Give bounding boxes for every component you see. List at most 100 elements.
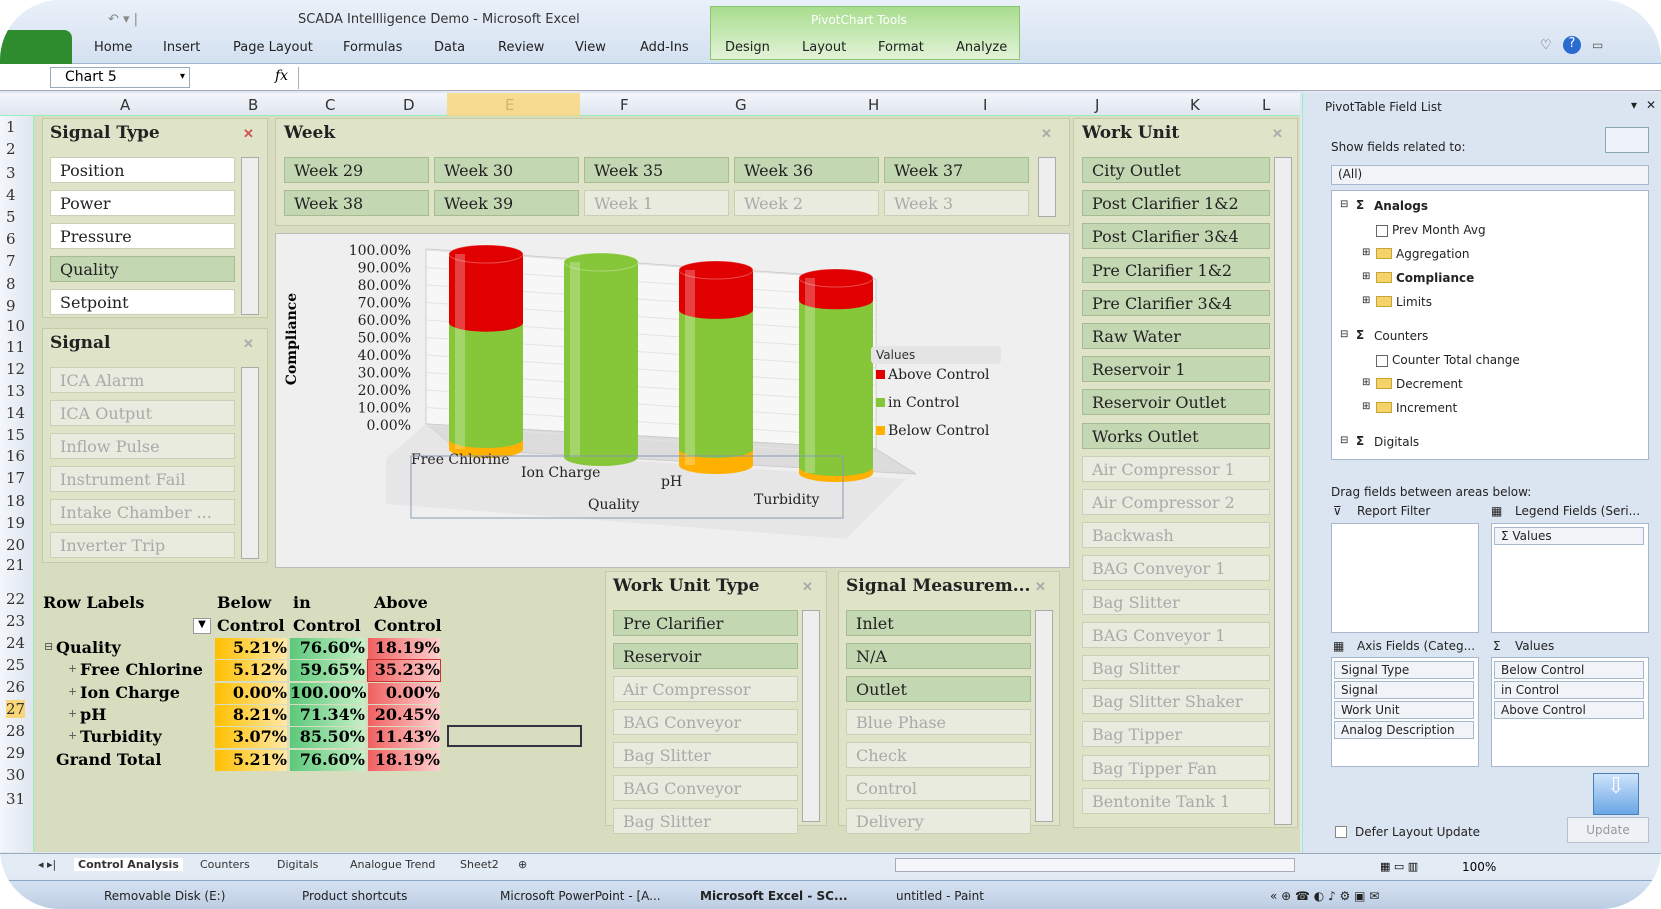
row-header[interactable]: 24 [6,634,25,652]
slicer-item[interactable]: BAG Conveyor 1 [1082,555,1270,582]
slicer-item[interactable]: Week 30 [434,157,579,183]
view-buttons[interactable]: ▦ ▭ ▥ [1380,860,1438,874]
legend-values-item[interactable]: Σ Values [1494,527,1644,545]
col-header-b[interactable]: B [248,96,258,114]
expand-icon[interactable]: ⊞ [1362,401,1370,412]
row-header[interactable]: 20 [6,536,25,554]
pivot-header-row-labels[interactable]: Row Labels [43,593,144,612]
row-header[interactable]: 8 [6,275,16,293]
tab-page-layout[interactable]: Page Layout [233,40,313,55]
expand-toggle-icon[interactable]: + [68,662,77,675]
slicer-scrollbar[interactable] [241,367,259,559]
slicer-item[interactable]: BAG Conveyor [613,709,798,735]
slicer-item[interactable]: Pre Clarifier 3&4 [1082,289,1270,316]
field-name[interactable]: Counter Total change [1392,353,1520,367]
expand-toggle-icon[interactable]: + [68,729,77,742]
axis-field-item[interactable]: Signal Type [1334,661,1474,679]
row-header[interactable]: 11 [6,338,25,356]
system-tray-icons[interactable]: « ⊕ ☎ ◐ ♪ ⚙ ▣ ✉ [1270,889,1379,903]
slicer-item[interactable]: Delivery [846,808,1031,834]
clear-filter-icon[interactable]: ✕ [1041,127,1055,142]
row-header[interactable]: 2 [6,140,16,158]
cell-above-control[interactable]: 18.19% [368,749,440,771]
slicer-item[interactable]: Air Compressor 1 [1082,455,1270,482]
formula-input[interactable] [298,67,1658,89]
cell-above-control[interactable]: 11.43% [368,727,440,749]
cell-in-control[interactable]: 71.34% [290,704,365,726]
slicer-item[interactable]: BAG Conveyor [613,775,798,801]
slicer-scrollbar[interactable] [1035,610,1053,822]
tab-design[interactable]: Design [725,40,770,55]
file-button[interactable] [0,30,72,64]
legend-fields-area[interactable]: Σ Values [1491,523,1649,633]
axis-fields-area[interactable]: Signal Type Signal Work Unit Analog Desc… [1331,657,1479,767]
slicer-item[interactable]: Backwash [1082,522,1270,549]
expand-icon[interactable]: ⊞ [1362,377,1370,388]
cell-in-control[interactable]: 76.60% [290,749,365,771]
slicer-scrollbar[interactable] [1274,157,1292,825]
collapse-icon[interactable]: ⊟ [1340,199,1348,210]
slicer-item[interactable]: Pre Clarifier 1&2 [1082,256,1270,283]
expand-icon[interactable]: ⊞ [1362,271,1370,282]
col-header-j[interactable]: J [1095,96,1099,114]
slicer-item[interactable]: Week 1 [584,190,729,216]
horizontal-scrollbar[interactable] [895,858,1295,872]
row-header[interactable]: 25 [6,656,25,674]
slicer-item[interactable]: ICA Alarm [50,367,235,393]
slicer-item[interactable]: Post Clarifier 1&2 [1082,190,1270,217]
slicer-item[interactable]: Intake Chamber ... [50,499,235,525]
clear-filter-icon[interactable]: ✕ [802,580,816,595]
pivot-chart[interactable]: 100.00% 90.00% 80.00% 70.00% 60.00% 50.00% 40.… [275,233,1070,568]
expand-toggle-icon[interactable]: + [68,685,77,698]
col-header-k[interactable]: K [1190,96,1200,114]
slicer-item[interactable]: Week 35 [584,157,729,183]
field-name[interactable]: Bit Value [1392,459,1445,460]
pivot-row-label[interactable]: Grand Total [56,750,161,769]
legend-entry[interactable]: Above Control [887,367,990,383]
slicer-item[interactable]: Quality [50,256,235,282]
fx-icon[interactable]: fx [275,68,288,84]
slicer-item[interactable]: Week 29 [284,157,429,183]
field-checkbox[interactable] [1376,355,1388,367]
field-name[interactable]: Digitals [1374,435,1419,449]
expand-icon[interactable]: ⊞ [1362,247,1370,258]
slicer-item[interactable]: Blue Phase [846,709,1031,735]
cell-in-control[interactable]: 85.50% [290,727,365,749]
slicer-item[interactable]: Check [846,742,1031,768]
pivot-row-label[interactable]: Quality [56,638,121,657]
slicer-item[interactable]: Post Clarifier 3&4 [1082,223,1270,250]
expand-icon[interactable]: ⊞ [1362,295,1370,306]
col-header-d[interactable]: D [403,96,415,114]
row-header[interactable]: 21 [6,556,25,574]
field-checkbox[interactable] [1376,225,1388,237]
name-box-dropdown-icon[interactable]: ▾ [180,71,185,82]
cell-below-control[interactable]: 0.00% [215,682,287,704]
field-name[interactable]: Decrement [1396,377,1463,391]
taskbar-removable-disk[interactable]: Removable Disk (E:) [104,889,225,903]
slicer-item[interactable]: Bag Slitter [613,808,798,834]
row-header[interactable]: 1 [6,118,16,136]
clear-filter-icon[interactable]: ✕ [243,127,257,142]
tab-layout[interactable]: Layout [802,40,846,55]
tab-analyze[interactable]: Analyze [956,40,1007,55]
col-header-f[interactable]: F [620,96,629,114]
col-header-i[interactable]: I [983,96,987,114]
field-name[interactable]: Limits [1396,295,1432,309]
row-header[interactable]: 6 [6,230,16,248]
pivot-row-label[interactable]: Turbidity [80,727,162,746]
slicer-item[interactable]: Week 39 [434,190,579,216]
row-header[interactable]: 19 [6,514,25,532]
slicer-item[interactable]: Bag Slitter [1082,655,1270,681]
slicer-item[interactable]: Bag Slitter Shaker [1082,688,1270,715]
taskbar-product-shortcuts[interactable]: Product shortcuts [302,889,407,903]
field-name[interactable]: Analogs [1374,199,1428,213]
sheet-tab-control-analysis[interactable]: Control Analysis [74,858,183,871]
minimize-ribbon-icon[interactable]: ♡ [1540,38,1552,53]
row-header[interactable]: 12 [6,360,25,378]
slicer-item[interactable]: N/A [846,643,1031,669]
row-header[interactable]: 10 [6,317,25,335]
value-field-item[interactable]: Below Control [1494,661,1644,679]
layout-options-button[interactable] [1605,127,1649,153]
taskbar-powerpoint[interactable]: Microsoft PowerPoint - [A... [500,889,661,903]
quick-access-undo[interactable]: ↶ ▾ | [108,12,138,27]
